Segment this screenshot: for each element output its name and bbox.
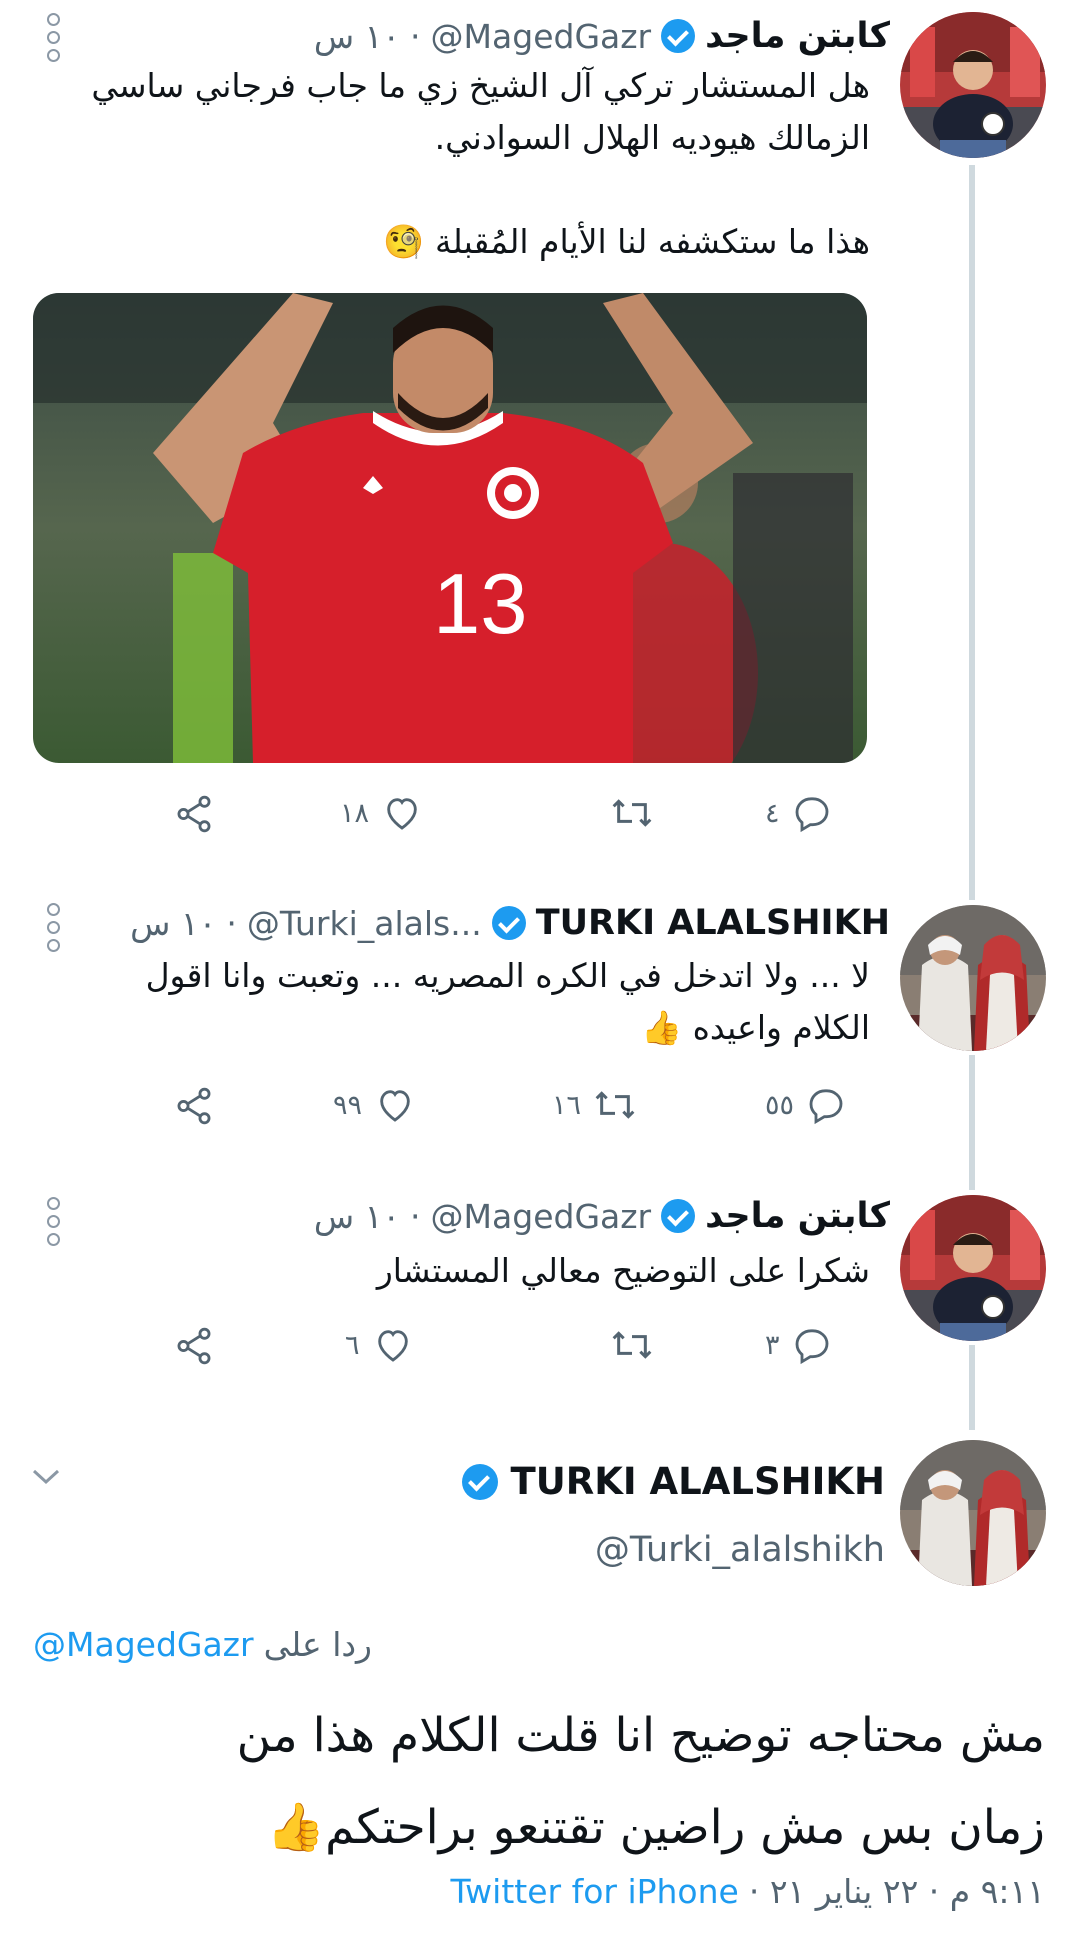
- retweet-icon: [612, 799, 652, 827]
- tweet-author-name[interactable]: كابتن ماجد: [705, 16, 890, 56]
- tweet-text-line: الكلام واعيده 👍: [640, 1008, 870, 1047]
- tweet-2-body: لا ... ولا اتدخل في الكره المصريه ... وت…: [50, 950, 870, 1054]
- verified-icon: [661, 1199, 696, 1233]
- like-count: ١٨: [340, 797, 370, 829]
- reply-button[interactable]: ٥٥: [765, 1085, 846, 1125]
- like-button[interactable]: ١٨: [340, 793, 423, 833]
- retweet-button[interactable]: ١٦: [552, 1085, 637, 1125]
- retweet-button[interactable]: [598, 1325, 654, 1365]
- jersey-number: 13: [433, 557, 528, 652]
- tweet-time: ١٠ س: [313, 1196, 401, 1236]
- verified-icon: [462, 1463, 499, 1500]
- tweet-author-handle[interactable]: @Turki_alals...: [247, 904, 482, 943]
- tweet-text-line: هل المستشار تركي آل الشيخ زي ما جاب فرجا…: [91, 66, 870, 105]
- main-author-name[interactable]: TURKI ALALSHIKH: [510, 1460, 885, 1503]
- tweet-media-image[interactable]: 13: [33, 293, 867, 763]
- tweet-timestamp: ٩:١١ م · ٢٢ يناير ٢١ ·: [748, 1872, 1045, 1911]
- like-count: ٩٩: [333, 1089, 363, 1121]
- share-icon: [177, 795, 211, 833]
- like-button[interactable]: ٦: [345, 1325, 414, 1365]
- reply-icon: [809, 1089, 843, 1125]
- tweet-text-line: الزمالك هيوديه الهلال السوادني.: [434, 118, 870, 157]
- main-text-line: زمان بس مش راضين تقتنعو براحتكم👍: [266, 1800, 1045, 1855]
- tweet-author-handle[interactable]: @MagedGazr: [431, 17, 652, 56]
- tweet-dot: ·: [410, 1196, 421, 1236]
- tweet-dot: ·: [226, 903, 237, 943]
- main-text-line: مش محتاجه توضيح انا قلت الكلام هذا من: [236, 1708, 1045, 1763]
- main-tweet-body: مش محتاجه توضيح انا قلت الكلام هذا من زم…: [35, 1690, 1045, 1874]
- more-icon[interactable]: [47, 13, 65, 67]
- share-icon: [177, 1327, 211, 1365]
- like-count: ٦: [345, 1329, 360, 1361]
- tweet-time: ١٠ س: [130, 903, 217, 943]
- main-tweet-header: TURKI ALALSHIKH: [462, 1460, 885, 1503]
- like-icon: [380, 1090, 410, 1122]
- reply-count: ٥٥: [765, 1089, 795, 1121]
- retweet-icon: [612, 1331, 652, 1359]
- chevron-down-icon[interactable]: [30, 1466, 62, 1492]
- like-icon: [377, 1330, 408, 1362]
- tweet-time: ١٠ س: [313, 16, 401, 56]
- thread-line: [969, 1345, 975, 1430]
- tweet-3-header: كابتن ماجد @MagedGazr · ١٠ س: [314, 1190, 890, 1242]
- main-author-handle[interactable]: @Turki_alalshikh: [595, 1530, 885, 1570]
- tweet-text-line: [50, 164, 870, 216]
- share-button[interactable]: [172, 1325, 216, 1367]
- reply-to-label: ردا على: [263, 1625, 372, 1664]
- verified-icon: [491, 906, 526, 940]
- share-button[interactable]: [172, 793, 216, 835]
- avatar-turki[interactable]: [900, 905, 1046, 1051]
- tweet-1-body: هل المستشار تركي آل الشيخ زي ما جاب فرجا…: [50, 60, 870, 268]
- reply-to-handle[interactable]: @MagedGazr: [33, 1625, 254, 1664]
- more-icon[interactable]: [47, 903, 65, 957]
- tweet-text-line: هذا ما ستكشفه لنا الأيام المُقبلة 🧐: [383, 222, 870, 261]
- tweet-author-name[interactable]: TURKI ALALSHIKH: [536, 903, 890, 943]
- tweet-1-header: كابتن ماجد @MagedGazr · ١٠ س: [314, 10, 890, 62]
- retweet-icon: [595, 1091, 635, 1119]
- tweet-meta: Twitter for iPhone ٩:١١ م · ٢٢ يناير ٢١ …: [450, 1872, 1045, 1911]
- tweet-2-header: TURKI ALALSHIKH @Turki_alals... · ١٠ س: [130, 897, 890, 949]
- more-icon[interactable]: [47, 1197, 65, 1251]
- tweet-text-line: شكرا على التوضيح معالي المستشار: [376, 1251, 870, 1290]
- reply-button[interactable]: ٤: [765, 793, 832, 833]
- thread-line: [969, 1055, 975, 1190]
- like-icon: [387, 798, 417, 830]
- reply-button[interactable]: ٣: [765, 1325, 832, 1365]
- tweet-3-body: شكرا على التوضيح معالي المستشار: [50, 1245, 870, 1297]
- thread-line: [969, 165, 975, 900]
- tweet-dot: ·: [410, 16, 421, 56]
- reply-icon: [795, 797, 828, 833]
- share-button[interactable]: [172, 1085, 216, 1127]
- avatar-maged[interactable]: [900, 12, 1046, 158]
- retweet-button[interactable]: [598, 793, 654, 833]
- verified-icon: [661, 19, 696, 53]
- tweet-author-name[interactable]: كابتن ماجد: [705, 1196, 890, 1236]
- tweet-text-line: لا ... ولا اتدخل في الكره المصريه ... وت…: [145, 956, 870, 995]
- share-icon: [177, 1087, 211, 1125]
- retweet-count: ١٦: [552, 1089, 582, 1121]
- like-button[interactable]: ٩٩: [333, 1085, 416, 1125]
- avatar-maged[interactable]: [900, 1195, 1046, 1341]
- reply-count: ٣: [765, 1329, 780, 1361]
- reply-to-line: @MagedGazr ردا على: [33, 1625, 372, 1664]
- reply-icon: [795, 1329, 828, 1365]
- reply-count: ٤: [765, 797, 780, 829]
- tweet-author-handle[interactable]: @MagedGazr: [431, 1197, 652, 1236]
- avatar-turki[interactable]: [900, 1440, 1046, 1586]
- tweet-source[interactable]: Twitter for iPhone: [450, 1872, 738, 1911]
